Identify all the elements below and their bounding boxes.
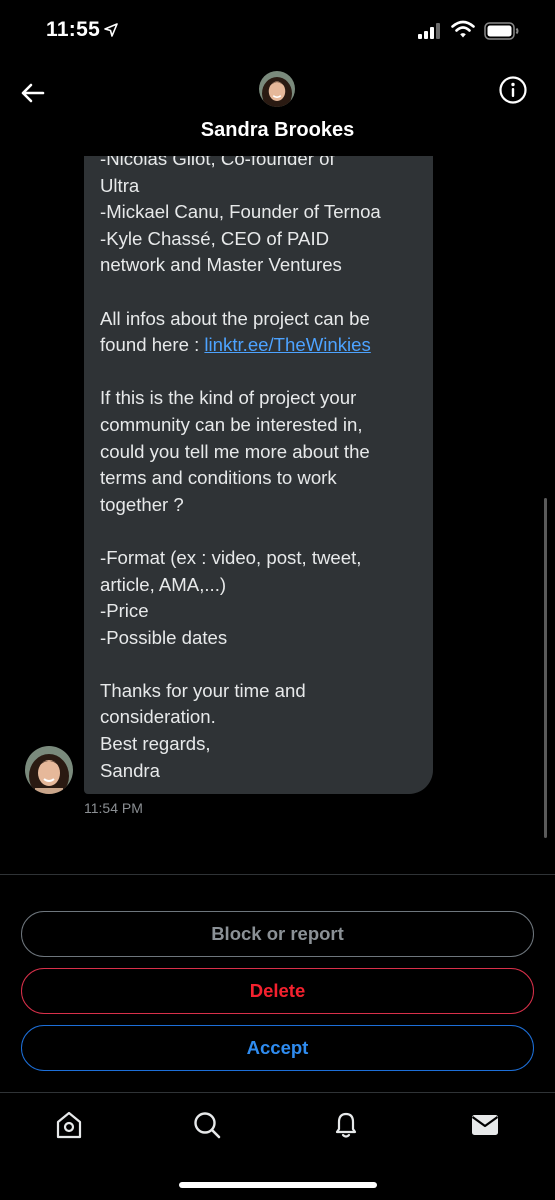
accept-button[interactable]: Accept: [21, 1025, 534, 1071]
info-button[interactable]: [497, 74, 529, 106]
contact-avatar[interactable]: [259, 71, 295, 107]
tab-search[interactable]: [191, 1109, 223, 1141]
sender-avatar[interactable]: [25, 746, 73, 794]
block-or-report-button[interactable]: Block or report: [21, 911, 534, 957]
back-arrow-icon: [21, 83, 45, 103]
status-time: 11:55: [46, 18, 101, 41]
search-icon: [194, 1112, 221, 1139]
status-bar: 11:55: [0, 0, 555, 64]
wifi-icon: [451, 20, 475, 38]
home-icon: [56, 1111, 82, 1139]
message-body-part-1: -Nicolas Gilot, Co-founder of Ultra -Mic…: [100, 148, 381, 356]
notifications-icon: [335, 1112, 357, 1138]
battery-icon: [484, 22, 519, 40]
tab-messages[interactable]: [469, 1109, 501, 1141]
cellular-signal-icon: [418, 23, 440, 39]
message-bubble: -Nicolas Gilot, Co-founder of Ultra -Mic…: [84, 120, 433, 794]
scrollbar[interactable]: [544, 498, 547, 838]
back-button[interactable]: [16, 76, 50, 110]
tab-home[interactable]: [53, 1109, 85, 1141]
contact-name[interactable]: Sandra Brookes: [0, 119, 555, 142]
delete-button[interactable]: Delete: [21, 968, 534, 1014]
tab-notifications[interactable]: [330, 1109, 362, 1141]
dm-screen: -Nicolas Gilot, Co-founder of Ultra -Mic…: [0, 0, 555, 1200]
message-timestamp: 11:54 PM: [84, 800, 143, 816]
conversation-header: Sandra Brookes: [0, 64, 555, 156]
project-link[interactable]: linktr.ee/TheWinkies: [204, 334, 370, 355]
actions-divider-top: [0, 874, 555, 875]
message-text: -Nicolas Gilot, Co-founder of Ultra -Mic…: [100, 146, 425, 784]
message-body-part-2: If this is the kind of project your comm…: [100, 387, 370, 781]
info-icon: [499, 76, 527, 104]
location-arrow-icon: [104, 23, 118, 37]
home-indicator[interactable]: [179, 1182, 377, 1188]
messages-icon: [471, 1115, 499, 1135]
